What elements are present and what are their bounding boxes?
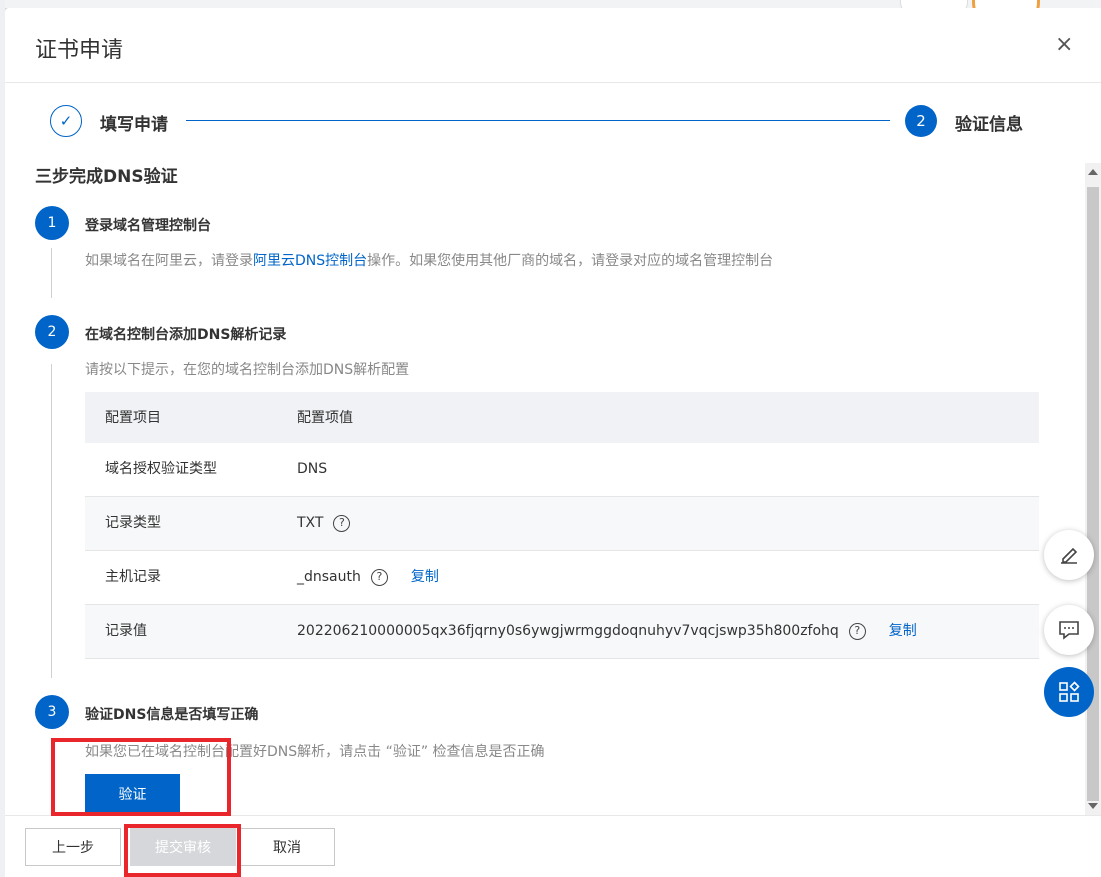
check-icon: ✓ <box>50 105 82 137</box>
step-connector-1 <box>51 248 52 298</box>
dialog-content: 三步完成DNS验证 1 登录域名管理控制台 如果域名在阿里云，请登录阿里云DNS… <box>5 158 1101 815</box>
header-item: 配置项目 <box>105 410 161 426</box>
step1-label: 填写申请 <box>100 115 168 135</box>
section-title: 三步完成DNS验证 <box>35 167 178 187</box>
step1-description: 如果域名在阿里云，请登录阿里云DNS控制台操作。如果您使用其他厂商的域名，请登录… <box>85 253 774 269</box>
scroll-up-icon[interactable] <box>1088 169 1098 175</box>
header-value: 配置项值 <box>297 410 353 426</box>
row-name: 记录类型 <box>105 515 161 531</box>
help-icon[interactable]: ? <box>333 514 351 532</box>
table-row: 记录值 202206210000005qx36fjqrny0s6ywgjwrmg… <box>85 605 1039 659</box>
copy-record-value-button[interactable]: 复制 <box>889 605 917 657</box>
apps-icon[interactable] <box>1044 667 1094 717</box>
table-header: 配置项目 配置项值 <box>85 392 1039 443</box>
help-icon[interactable]: ? <box>370 568 388 586</box>
stepper-connector <box>186 120 890 121</box>
dns-console-link[interactable]: 阿里云DNS控制台 <box>253 253 367 269</box>
chat-icon[interactable] <box>1044 605 1094 655</box>
close-icon[interactable]: × <box>1055 34 1073 56</box>
copy-host-button[interactable]: 复制 <box>411 551 439 603</box>
row-value: _dnsauth? 复制 <box>297 551 439 603</box>
row-value: 202206210000005qx36fjqrny0s6ywgjwrmggdoq… <box>297 605 917 657</box>
step2-number: 2 <box>905 105 937 137</box>
step-number-2: 2 <box>35 315 69 349</box>
stepper: ✓ 填写申请 2 验证信息 <box>5 104 1101 144</box>
edit-icon[interactable] <box>1044 530 1094 580</box>
step2-title: 在域名控制台添加DNS解析记录 <box>85 327 287 343</box>
table-row: 域名授权验证类型 DNS <box>85 443 1039 497</box>
highlight-submit <box>124 824 241 877</box>
scroll-down-icon[interactable] <box>1088 803 1098 809</box>
step3-title: 验证DNS信息是否填写正确 <box>85 707 259 723</box>
table-row: 主机记录 _dnsauth? 复制 <box>85 551 1039 605</box>
step-number-1: 1 <box>35 206 69 240</box>
table-row: 记录类型 TXT? <box>85 497 1039 551</box>
dialog-title: 证书申请 <box>35 38 124 63</box>
row-value: TXT? <box>297 497 351 549</box>
help-icon[interactable]: ? <box>848 622 866 640</box>
cancel-button[interactable]: 取消 <box>239 828 335 866</box>
row-name: 主机记录 <box>105 569 161 585</box>
highlight-verify <box>51 738 231 816</box>
scrollbar[interactable] <box>1085 163 1101 815</box>
header-divider <box>5 82 1101 83</box>
row-value: DNS <box>297 461 328 477</box>
dns-config-table: 配置项目 配置项值 域名授权验证类型 DNS 记录类型 TXT? 主机记录 _d… <box>85 392 1039 659</box>
previous-step-button[interactable]: 上一步 <box>25 828 121 866</box>
row-name: 记录值 <box>105 623 147 639</box>
step2-description: 请按以下提示，在您的域名控制台添加DNS解析配置 <box>85 362 410 378</box>
step-number-3: 3 <box>35 695 69 729</box>
step1-title: 登录域名管理控制台 <box>85 218 211 234</box>
step-connector-2 <box>51 364 52 678</box>
scroll-thumb[interactable] <box>1087 187 1099 801</box>
step2-label: 验证信息 <box>955 115 1023 135</box>
row-name: 域名授权验证类型 <box>105 461 217 477</box>
